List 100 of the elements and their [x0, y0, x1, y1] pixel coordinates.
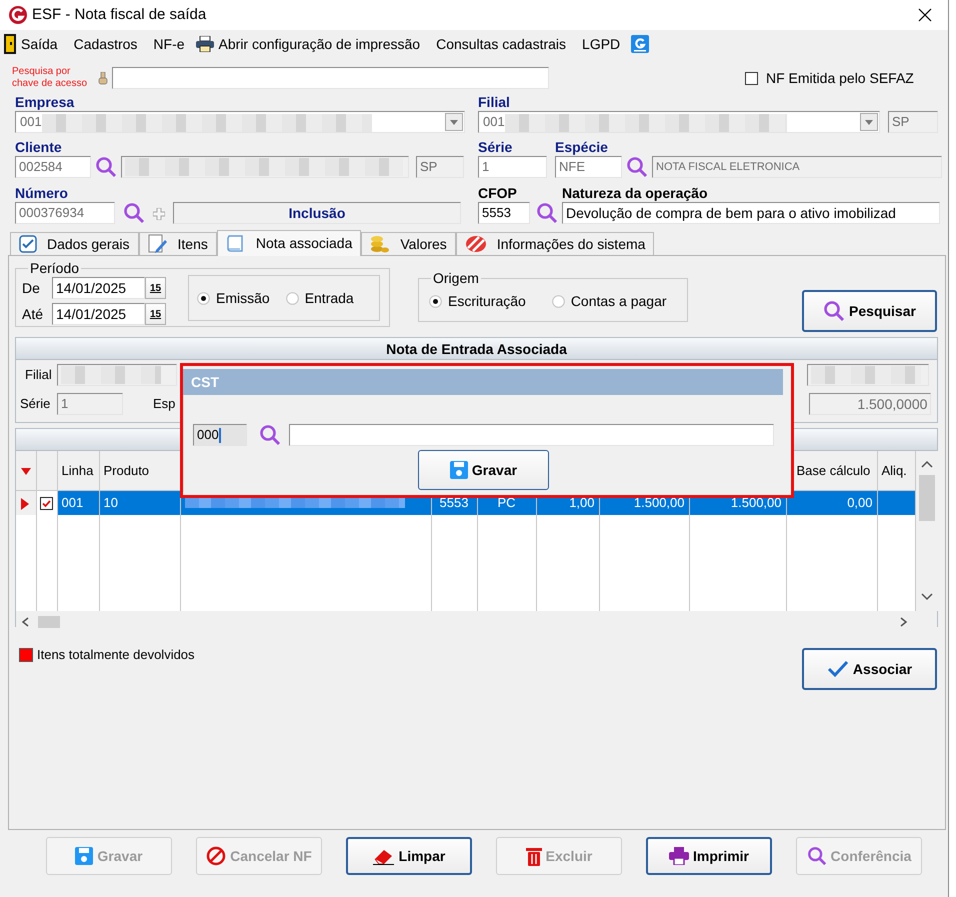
readonly-field[interactable] — [807, 364, 929, 386]
close-icon[interactable] — [918, 8, 932, 22]
printer-icon — [668, 847, 689, 865]
field-label: Pesquisa por chave de acesso — [12, 66, 88, 90]
readonly-field[interactable]: SP — [888, 111, 938, 133]
stripes-icon — [464, 235, 487, 253]
group-label: Origem — [432, 271, 480, 285]
row-pointer-icon — [21, 498, 29, 510]
field-label: Cliente — [15, 138, 63, 156]
field-label: Número — [15, 184, 69, 202]
radio-button[interactable] — [197, 292, 210, 304]
input-field[interactable]: 000 — [193, 424, 247, 446]
input-field[interactable]: 5553 — [478, 202, 530, 224]
readonly-field[interactable]: 1.500,0000 — [809, 393, 932, 415]
group-label: Período — [29, 261, 80, 275]
logo-icon — [8, 5, 28, 25]
input-field[interactable]: NFE — [555, 156, 622, 178]
search-icon[interactable] — [626, 156, 648, 178]
radio-button[interactable] — [429, 295, 442, 308]
tab[interactable]: Dados gerais — [10, 232, 138, 255]
readonly-field[interactable]: 1 — [57, 393, 123, 415]
prohibited-icon — [206, 846, 226, 866]
input-field[interactable] — [289, 424, 774, 446]
coins-icon — [370, 234, 390, 254]
legend-label: Itens totalmente devolvidos — [37, 646, 195, 664]
menu-item[interactable]: Abrir configuração de impressão — [214, 32, 426, 56]
window-title: ESF - Nota fiscal de saída — [32, 4, 206, 25]
sort-icon[interactable] — [20, 468, 31, 475]
scroll-icon — [226, 234, 246, 254]
radio-button[interactable] — [286, 292, 299, 304]
checkbox[interactable] — [40, 497, 52, 510]
footer-button[interactable]: Limpar — [346, 837, 472, 875]
search-icon — [806, 846, 827, 866]
readonly-field[interactable]: SP — [416, 156, 464, 178]
menu-item[interactable]: Consultas cadastrais — [431, 32, 572, 56]
readonly-field[interactable] — [121, 156, 409, 178]
date-field[interactable]: 14/01/2025 — [52, 303, 145, 325]
input-field[interactable]: 002584 — [15, 156, 91, 178]
column-header[interactable]: Linha — [57, 451, 99, 490]
field-label: Até — [22, 304, 44, 324]
associate-button[interactable]: Associar — [802, 648, 937, 690]
radio-label: Contas a pagar — [570, 292, 667, 311]
printer-icon — [196, 36, 214, 52]
combo-box[interactable]: 001 — [15, 111, 465, 133]
field-label: Empresa — [15, 93, 76, 111]
radio-label: Entrada — [304, 288, 354, 308]
field-label: Série — [20, 395, 52, 414]
status-field: Inclusão — [173, 202, 461, 224]
field-label: Série — [478, 138, 514, 156]
document-pencil-icon — [148, 234, 168, 254]
trash-icon — [526, 846, 542, 866]
search-icon[interactable] — [259, 424, 281, 446]
tab[interactable]: Informações do sistema — [456, 232, 654, 255]
column-header[interactable]: Produto — [99, 451, 180, 490]
field-label: De — [22, 278, 41, 298]
checkbox[interactable] — [745, 72, 758, 84]
readonly-field[interactable]: NOTA FISCAL ELETRONICA — [652, 156, 942, 178]
menu-item[interactable]: NF-e — [148, 32, 190, 56]
check-icon — [826, 660, 849, 678]
eraser-icon — [372, 847, 395, 865]
calendar-button[interactable]: 15 — [145, 277, 166, 299]
search-button[interactable]: Pesquisar — [802, 290, 937, 332]
field-label: Filial — [478, 93, 511, 111]
panel-title: Nota de Entrada Associada — [16, 338, 937, 360]
tab[interactable]: Valores — [361, 232, 456, 255]
calendar-button[interactable]: 15 — [145, 303, 166, 325]
menu-item[interactable]: LGPD — [577, 32, 626, 56]
input-field[interactable]: 000376934 — [15, 202, 115, 224]
search-icon[interactable] — [95, 156, 117, 178]
column-header[interactable]: Aliq. — [877, 451, 915, 490]
logo-icon[interactable] — [631, 35, 650, 53]
tab[interactable]: Itens — [138, 232, 217, 255]
table-cell: 001 — [57, 490, 99, 515]
save-button[interactable]: Gravar — [418, 450, 549, 490]
search-field[interactable] — [112, 67, 549, 89]
search-icon[interactable] — [123, 202, 145, 224]
date-field[interactable]: 14/01/2025 — [52, 277, 145, 299]
field-label: Esp — [153, 395, 176, 414]
field-label: Espécie — [555, 138, 609, 156]
tab[interactable]: Nota associada — [216, 230, 362, 256]
checkbox-icon — [19, 235, 37, 253]
horizontal-scrollbar[interactable] — [16, 611, 937, 627]
menu-item[interactable]: Saída — [16, 32, 63, 56]
search-icon — [823, 300, 846, 322]
combo-box[interactable]: 001 — [478, 111, 880, 133]
table-cell: 10 — [99, 490, 180, 515]
plus-icon[interactable] — [153, 208, 165, 220]
search-icon[interactable] — [536, 202, 558, 224]
readonly-field[interactable] — [57, 364, 177, 386]
radio-button[interactable] — [552, 295, 565, 308]
menu-item[interactable]: Cadastros — [68, 32, 142, 56]
table-cell: 0,00 — [786, 490, 877, 515]
checkbox-label: NF Emitida pelo SEFAZ — [766, 68, 914, 88]
door-icon — [4, 34, 16, 54]
field-label: Filial — [25, 366, 53, 384]
footer-button[interactable]: Imprimir — [646, 837, 772, 875]
field-label: CFOP — [478, 184, 518, 202]
pointer-icon — [98, 72, 108, 86]
input-field[interactable]: 1 — [478, 156, 547, 178]
input-field[interactable]: Devolução de compra de bem para o ativo imobilizad — [562, 202, 940, 224]
